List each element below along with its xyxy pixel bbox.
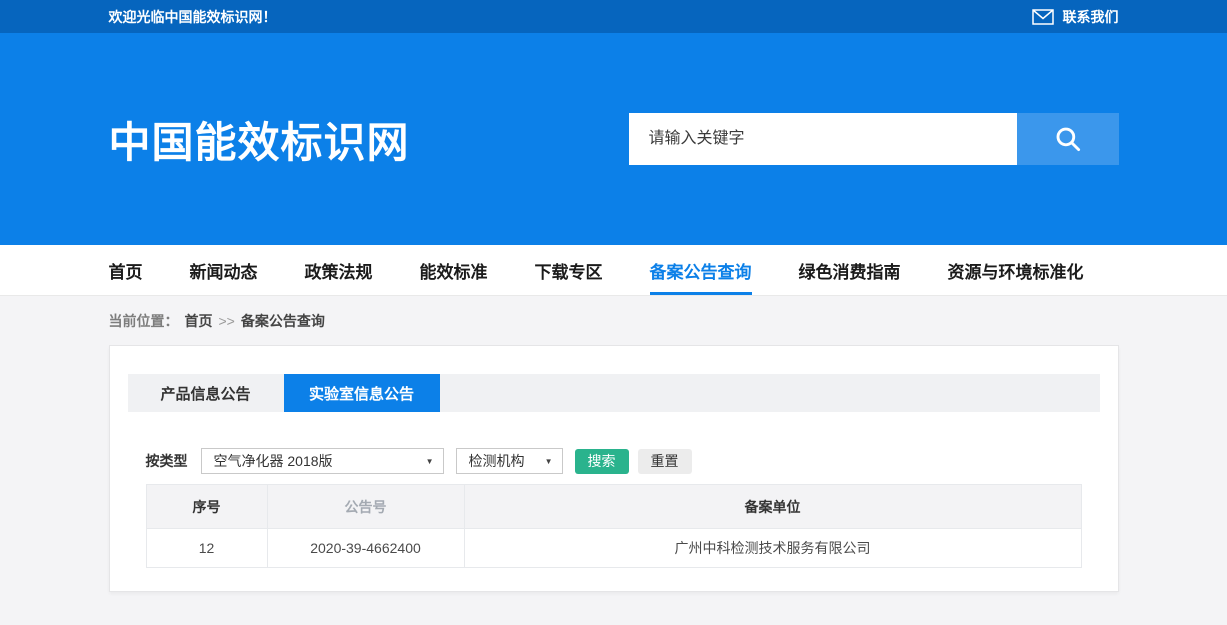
cell-record-unit: 广州中科检测技术服务有限公司 xyxy=(464,529,1081,568)
search-input[interactable] xyxy=(629,113,1017,165)
filter-type-label: 按类型 xyxy=(146,451,188,471)
results-table: 序号 公告号 备案单位 12 2020-39-4662400 广州中科检测技术服… xyxy=(146,484,1082,568)
cell-notice-no: 2020-39-4662400 xyxy=(267,529,464,568)
nav-item-green-consumption[interactable]: 绿色消费指南 xyxy=(799,245,901,295)
agency-select[interactable]: 检测机构 ▼ xyxy=(456,448,563,474)
nav-item-downloads[interactable]: 下载专区 xyxy=(535,245,603,295)
nav-item-policies[interactable]: 政策法规 xyxy=(305,245,373,295)
col-header-serial: 序号 xyxy=(146,485,267,529)
filter-reset-button[interactable]: 重置 xyxy=(638,449,692,474)
content-card: 产品信息公告 实验室信息公告 按类型 空气净化器 2018版 ▼ 检测机构 ▼ … xyxy=(109,345,1119,592)
type-select[interactable]: 空气净化器 2018版 ▼ xyxy=(201,448,444,474)
breadcrumb-separator: >> xyxy=(219,313,235,329)
welcome-text: 欢迎光临中国能效标识网！ xyxy=(109,7,277,27)
nav-item-home[interactable]: 首页 xyxy=(109,245,143,295)
search-button[interactable] xyxy=(1017,113,1119,165)
tab-laboratory-info[interactable]: 实验室信息公告 xyxy=(284,374,440,412)
breadcrumb-prefix: 当前位置： xyxy=(109,311,179,331)
filter-search-button[interactable]: 搜索 xyxy=(575,449,629,474)
search-icon xyxy=(1053,124,1083,154)
filter-row: 按类型 空气净化器 2018版 ▼ 检测机构 ▼ 搜索 重置 xyxy=(146,448,1082,474)
breadcrumb-home-link[interactable]: 首页 xyxy=(185,311,213,331)
col-header-notice-no: 公告号 xyxy=(267,485,464,529)
agency-select-value: 检测机构 xyxy=(469,451,525,471)
nav-item-resources-environment[interactable]: 资源与环境标准化 xyxy=(948,245,1084,295)
breadcrumb: 当前位置： 首页 >> 备案公告查询 xyxy=(109,311,1119,331)
nav-item-news[interactable]: 新闻动态 xyxy=(190,245,258,295)
top-utility-bar: 欢迎光临中国能效标识网！ 联系我们 xyxy=(0,0,1227,33)
results-table-wrap: 序号 公告号 备案单位 12 2020-39-4662400 广州中科检测技术服… xyxy=(146,484,1082,568)
type-select-value: 空气净化器 2018版 xyxy=(214,451,333,471)
contact-us-label: 联系我们 xyxy=(1063,7,1119,27)
chevron-down-icon: ▼ xyxy=(545,457,553,466)
site-header: 中国能效标识网 xyxy=(0,33,1227,245)
chevron-down-icon: ▼ xyxy=(426,457,434,466)
nav-item-standards[interactable]: 能效标准 xyxy=(420,245,488,295)
tab-strip: 产品信息公告 实验室信息公告 xyxy=(128,374,1100,412)
col-header-record-unit: 备案单位 xyxy=(464,485,1081,529)
table-row[interactable]: 12 2020-39-4662400 广州中科检测技术服务有限公司 xyxy=(146,529,1081,568)
breadcrumb-current: 备案公告查询 xyxy=(241,311,325,331)
search-box xyxy=(629,113,1119,165)
tab-product-info[interactable]: 产品信息公告 xyxy=(128,374,284,412)
contact-us-link[interactable]: 联系我们 xyxy=(1032,7,1119,27)
envelope-icon xyxy=(1032,9,1054,25)
main-nav: 首页 新闻动态 政策法规 能效标准 下载专区 备案公告查询 绿色消费指南 资源与… xyxy=(0,245,1227,296)
site-logo[interactable]: 中国能效标识网 xyxy=(109,109,410,170)
table-header-row: 序号 公告号 备案单位 xyxy=(146,485,1081,529)
nav-item-record-query[interactable]: 备案公告查询 xyxy=(650,245,752,295)
cell-serial: 12 xyxy=(146,529,267,568)
breadcrumb-bar: 当前位置： 首页 >> 备案公告查询 xyxy=(0,296,1227,345)
